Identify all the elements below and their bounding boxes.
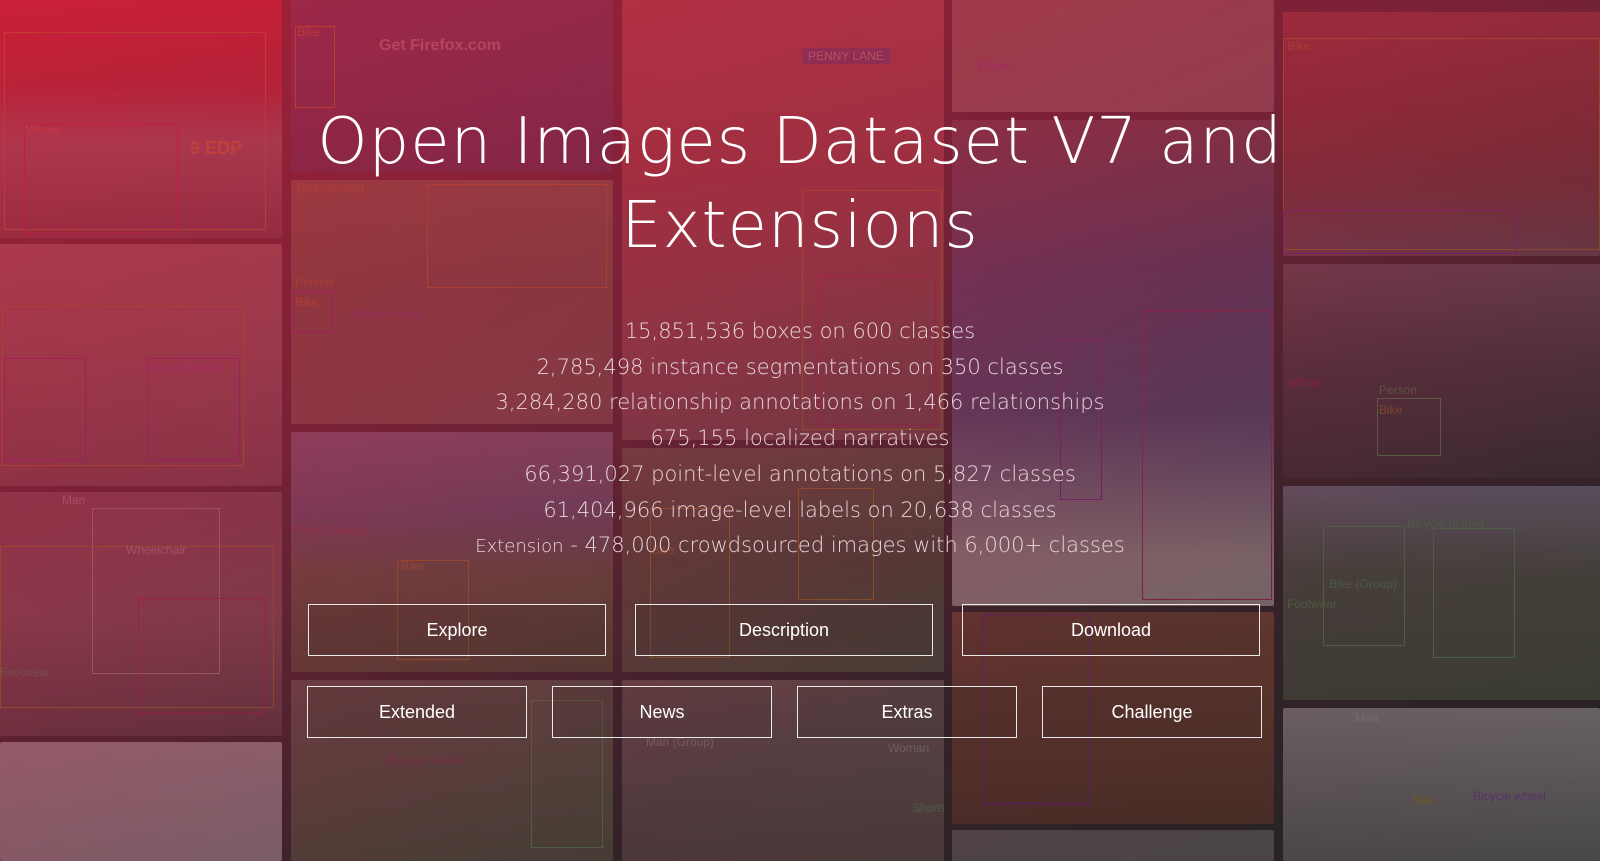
extension-tag: Extension bbox=[475, 536, 564, 558]
download-button[interactable]: Download bbox=[962, 604, 1260, 656]
stat-segmentations: 2,785,498 instance segmentations on 350 … bbox=[536, 354, 1064, 379]
news-button[interactable]: News bbox=[552, 686, 772, 738]
extras-button[interactable]: Extras bbox=[797, 686, 1017, 738]
dataset-stats-list: 15,851,536 boxes on 600 classes 2,785,49… bbox=[400, 314, 1200, 565]
stat-narratives: 675,155 localized narratives bbox=[650, 426, 950, 451]
challenge-button[interactable]: Challenge bbox=[1042, 686, 1262, 738]
explore-button[interactable]: Explore bbox=[308, 604, 606, 656]
extended-button[interactable]: Extended bbox=[307, 686, 527, 738]
hero-content: Open Images Dataset V7 and Extensions 15… bbox=[0, 0, 1600, 861]
stat-point-annotations: 66,391,027 point-level annotations on 5,… bbox=[524, 461, 1076, 486]
hero-stage: Wheel 9 EDP Bicycle wheel Man Wheelchair… bbox=[0, 0, 1600, 861]
extension-text: - 478,000 crowdsourced images with 6,000… bbox=[563, 533, 1125, 558]
page-title: Open Images Dataset V7 and Extensions bbox=[317, 105, 1283, 263]
stat-boxes: 15,851,536 boxes on 600 classes bbox=[624, 319, 976, 343]
stat-relationships: 3,284,280 relationship annotations on 1,… bbox=[495, 390, 1105, 415]
stat-extension: Extension - 478,000 crowdsourced images … bbox=[400, 528, 1200, 565]
stat-image-labels: 61,404,966 image-level labels on 20,638 … bbox=[543, 497, 1057, 522]
description-button[interactable]: Description bbox=[635, 604, 933, 656]
